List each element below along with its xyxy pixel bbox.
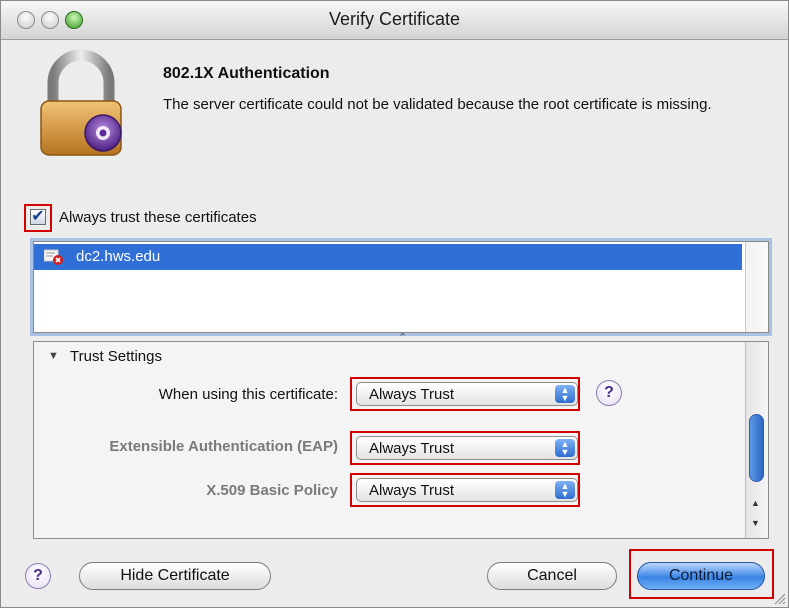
certificate-error-icon [44,249,63,265]
select-value: Always Trust [369,386,455,403]
always-trust-checkbox[interactable]: ✔ [30,209,46,225]
padlock-icon [40,49,122,156]
select-arrows-icon: ▲ ▼ [555,481,575,499]
continue-button[interactable]: Continue [637,562,765,590]
select-value: Always Trust [369,482,455,499]
certificate-list-scrollbar[interactable] [745,242,768,332]
eap-select[interactable]: Always Trust ▲ ▼ [356,436,578,460]
trust-settings-label[interactable]: Trust Settings [70,348,162,365]
help-button[interactable]: ? [25,563,51,589]
select-arrows-icon: ▲ ▼ [555,385,575,403]
scrollbar-thumb[interactable] [749,414,764,482]
list-item[interactable]: dc2.hws.edu [34,244,742,270]
scroll-up-arrow-icon[interactable]: ▲ [751,498,760,508]
x509-select[interactable]: Always Trust ▲ ▼ [356,478,578,502]
always-trust-label[interactable]: Always trust these certificates [59,209,257,226]
scroll-down-arrow-icon[interactable]: ▼ [751,518,760,528]
when-using-select[interactable]: Always Trust ▲ ▼ [356,382,578,406]
cancel-button[interactable]: Cancel [487,562,617,590]
trust-settings-panel: ▼ Trust Settings When using this certifi… [33,341,769,539]
certificate-list[interactable]: dc2.hws.edu [33,241,769,333]
resize-grip-icon[interactable] [772,591,786,605]
trust-settings-scrollbar[interactable]: ▲ ▼ [745,342,768,538]
window-title: Verify Certificate [328,9,461,29]
trust-help-button[interactable]: ? [596,380,622,406]
certificate-name: dc2.hws.edu [76,248,161,265]
title-bar: Verify Certificate [1,1,788,40]
eap-label: Extensible Authentication (EAP) [109,438,338,455]
select-value: Always Trust [369,440,455,457]
dialog-message: The server certificate could not be vali… [163,96,712,113]
when-using-label: When using this certificate: [158,386,338,403]
hide-certificate-button[interactable]: Hide Certificate [79,562,271,590]
verify-certificate-dialog: Verify Certificate 802.1X Authentication… [0,0,789,608]
disclosure-triangle-icon[interactable]: ▼ [48,350,59,362]
select-arrows-icon: ▲ ▼ [555,439,575,457]
dialog-heading: 802.1X Authentication [163,65,330,82]
x509-label: X.509 Basic Policy [206,482,338,499]
